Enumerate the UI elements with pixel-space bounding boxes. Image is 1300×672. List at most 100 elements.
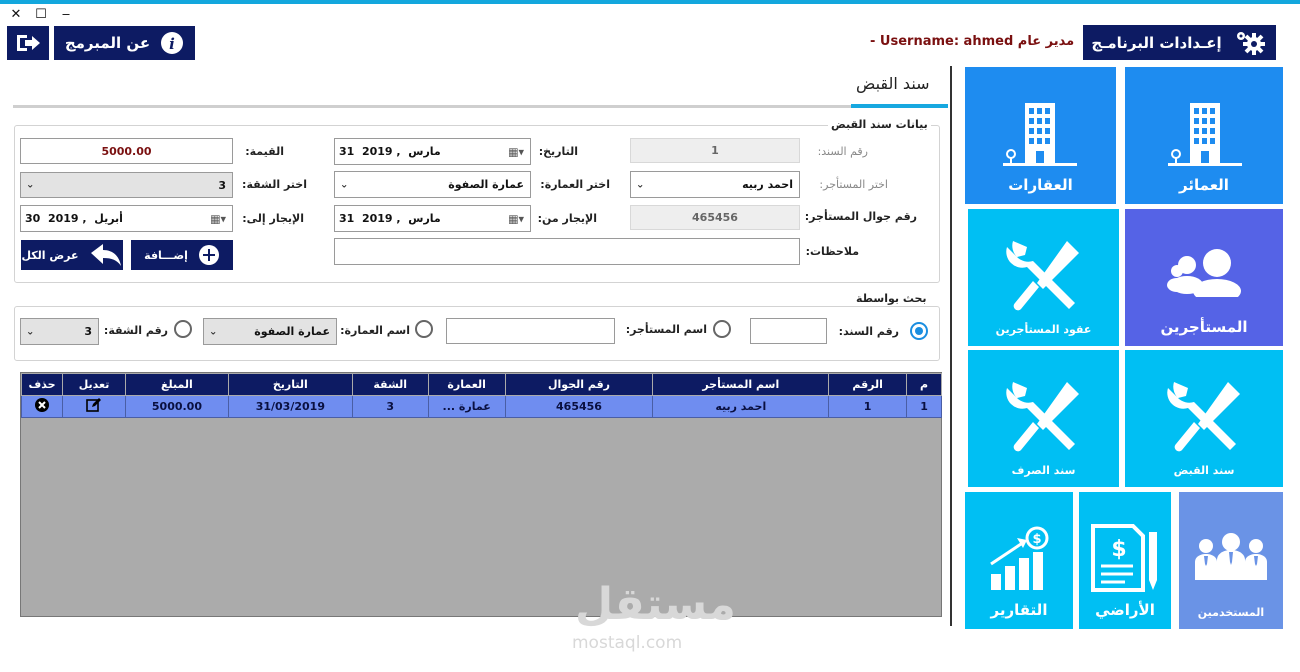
delete-cell[interactable] (20, 395, 64, 418)
col-header[interactable]: اسم المستأجر (652, 373, 830, 396)
watermark-latin: mostaql.com (572, 633, 683, 653)
minimize-icon[interactable]: ‒ (58, 7, 74, 23)
chevron-down-icon: ⌄ (636, 179, 645, 190)
search-by-building-radio[interactable] (415, 320, 433, 338)
calendar-icon[interactable]: ▦▾ (508, 145, 524, 158)
users-team-icon (1195, 533, 1267, 580)
rent-from-label: الإيجار من: (537, 212, 597, 225)
date-value: 31 مارس , 2019 (339, 145, 441, 158)
tile-users[interactable]: المستخدمين (1179, 492, 1283, 629)
tile-reports[interactable]: $ التقارير (965, 492, 1073, 629)
user-info: مدير عام - Username: ahmed (870, 34, 1074, 49)
info-icon: i (161, 32, 184, 54)
tile-tenant-contracts[interactable]: عقود المستأجرين (968, 209, 1119, 346)
maximize-icon[interactable]: ☐ (33, 7, 49, 23)
about-button[interactable]: عن المبرمج i (54, 26, 195, 60)
show-all-button[interactable]: عرض الكل (21, 240, 123, 270)
tools-icon (1006, 382, 1079, 452)
search-building-select[interactable]: عمارة الصفوة ⌄ (203, 318, 337, 345)
svg-text:$: $ (1111, 537, 1126, 562)
table-cell[interactable]: عمارة ... (427, 395, 506, 418)
edit-cell[interactable] (62, 395, 126, 418)
tile-tenants[interactable]: المستأجرين (1125, 209, 1283, 346)
col-header[interactable]: الرقم (828, 373, 908, 396)
phone-field[interactable]: 465456 (630, 205, 800, 230)
col-header[interactable]: المبلغ (125, 373, 229, 396)
edit-icon[interactable] (86, 398, 102, 412)
settings-button[interactable]: إعـدادات البرنامـج (1083, 25, 1276, 60)
add-button[interactable]: إضـــافة (131, 240, 233, 270)
bar-chart-dollar-icon: $ (990, 526, 1049, 590)
delete-icon[interactable] (35, 398, 50, 412)
table-cell[interactable]: احمد ربيه (652, 395, 830, 418)
col-header[interactable]: العمارة (427, 373, 506, 396)
rent-from-picker[interactable]: 31 مارس , 2019 ▦▾ (334, 205, 531, 232)
plus-circle-icon (198, 245, 219, 265)
vouchers-grid: م الرقم اسم المستأجر رقم الجوال العمارة … (20, 372, 942, 617)
voucher-no-label: رقم السند: (817, 145, 868, 158)
search-tenant-label: اسم المستأجر: (625, 323, 707, 336)
date-picker[interactable]: 31 مارس , 2019 ▦▾ (334, 138, 531, 165)
table-cell[interactable]: 5000.00 (125, 395, 229, 418)
panel-separator (950, 66, 952, 626)
search-voucher-input[interactable] (750, 318, 827, 344)
col-header[interactable]: تعديل (62, 373, 126, 396)
tile-label: المستأجرين (1160, 318, 1248, 336)
rent-to-value: 30 أبريل , 2019 (25, 212, 123, 225)
tile-label: سند القبض (1173, 464, 1235, 477)
table-cell[interactable]: 465456 (504, 395, 654, 418)
tile-label: عقود المستأجرين (995, 323, 1092, 336)
invoice-pen-icon: $ (1091, 524, 1157, 592)
user-role: مدير عام (1017, 34, 1075, 49)
chevron-down-icon: ⌄ (209, 326, 218, 337)
col-header[interactable]: الشقة (351, 373, 429, 396)
add-button-label: إضـــافة (144, 248, 188, 262)
search-voucher-label: رقم السند: (838, 325, 899, 338)
calendar-icon[interactable]: ▦▾ (210, 212, 226, 225)
building-select-value: عمارة الصفوة (448, 178, 524, 191)
date-label: التاريخ: (538, 145, 578, 158)
tenant-select[interactable]: احمد ربيه ⌄ (630, 171, 800, 198)
rent-from-value: 31 مارس , 2019 (339, 212, 441, 225)
value-field[interactable]: 5000.00 (20, 138, 233, 164)
tools-icon (1006, 241, 1079, 311)
notes-field[interactable] (334, 238, 800, 265)
tile-lands[interactable]: $ الأراضي (1079, 492, 1171, 629)
search-apartment-label: رقم الشقة: (103, 324, 168, 337)
col-header[interactable]: التاريخ (227, 373, 353, 396)
building-select[interactable]: عمارة الصفوة ⌄ (334, 171, 531, 198)
search-by-voucher-radio[interactable] (910, 322, 928, 340)
calendar-icon[interactable]: ▦▾ (508, 212, 524, 225)
voucher-no-field[interactable]: 1 (630, 138, 800, 163)
tile-payment-voucher[interactable]: سند الصرف (968, 350, 1119, 487)
col-header[interactable]: م (906, 373, 942, 396)
tile-label: المستخدمين (1197, 606, 1265, 619)
logout-button[interactable] (7, 26, 49, 60)
tile-receipt-voucher[interactable]: سند القبض (1125, 350, 1283, 487)
search-tenant-input[interactable] (446, 318, 615, 344)
tenant-select-value: احمد ربيه (742, 178, 793, 191)
apartment-select-label: اختر الشقة: (242, 178, 307, 191)
search-by-tenant-radio[interactable] (713, 320, 731, 338)
window-top-accent (0, 0, 1300, 4)
col-header[interactable]: حذف (20, 373, 64, 396)
tile-buildings[interactable]: العمائر (1125, 67, 1283, 204)
table-row[interactable]: 1 1 احمد ربيه 465456 عمارة ... 3 31/03/2… (20, 395, 942, 418)
apartment-select[interactable]: 3 ⌄ (20, 172, 233, 198)
table-cell[interactable]: 3 (351, 395, 429, 418)
tile-properties[interactable]: العقارات (965, 67, 1116, 204)
tile-label: سند الصرف (1011, 464, 1076, 477)
search-by-apartment-radio[interactable] (174, 320, 192, 338)
search-apartment-value: 3 (84, 325, 92, 338)
close-icon[interactable]: ✕ (8, 7, 24, 23)
rent-to-picker[interactable]: 30 أبريل , 2019 ▦▾ (20, 205, 233, 232)
search-apartment-select[interactable]: 3 ⌄ (20, 318, 99, 345)
table-cell[interactable]: 1 (828, 395, 908, 418)
tools-icon (1167, 382, 1240, 452)
table-cell[interactable]: 1 (906, 395, 942, 418)
users-group-icon (1167, 249, 1241, 297)
tile-label: التقارير (990, 601, 1048, 619)
show-all-label: عرض الكل (21, 248, 79, 262)
col-header[interactable]: رقم الجوال (504, 373, 654, 396)
table-cell[interactable]: 31/03/2019 (227, 395, 353, 418)
